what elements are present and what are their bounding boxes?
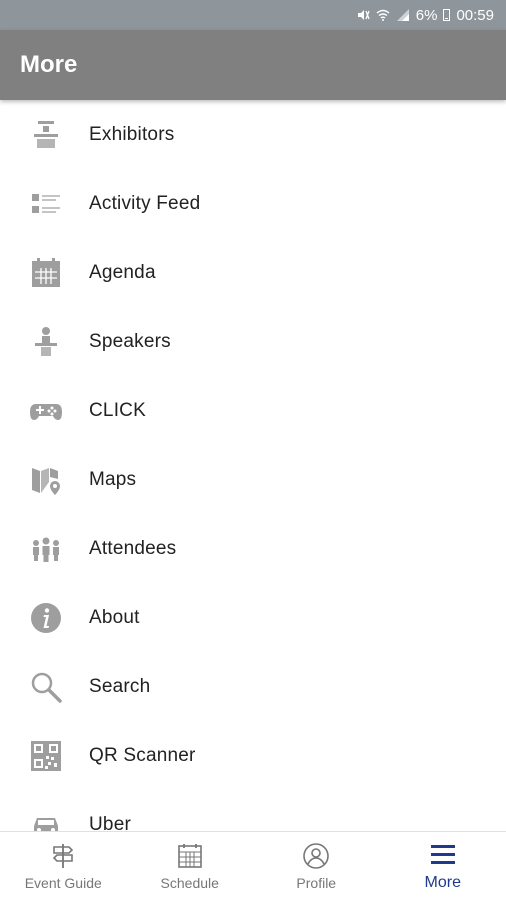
menu-item-label: Agenda: [89, 261, 156, 283]
menu-item-label: Speakers: [89, 330, 171, 352]
menu-item-agenda[interactable]: Agenda: [0, 238, 506, 307]
tab-event-guide[interactable]: Event Guide: [0, 832, 127, 900]
menu-item-about[interactable]: About: [0, 583, 506, 652]
bottom-navigation: Event Guide Schedule Profile More: [0, 831, 506, 900]
menu-item-label: Attendees: [89, 537, 177, 559]
battery-icon: [443, 9, 451, 21]
app-bar: More: [0, 30, 506, 100]
menu-item-label: Maps: [89, 468, 137, 490]
tab-label: Schedule: [160, 875, 219, 891]
menu-item-label: Exhibitors: [89, 123, 175, 145]
menu-item-label: About: [89, 606, 140, 628]
menu-item-exhibitors[interactable]: Exhibitors: [0, 100, 506, 169]
signal-icon: [396, 8, 410, 22]
map-pin-icon: [28, 462, 64, 498]
menu-item-label: Activity Feed: [89, 192, 201, 214]
more-menu-list[interactable]: Exhibitors Activity Feed Agenda Speakers…: [0, 100, 506, 831]
speaker-podium-icon: [28, 324, 64, 360]
signpost-icon: [48, 841, 78, 871]
tab-more[interactable]: More: [380, 832, 506, 900]
search-icon: [28, 669, 64, 705]
menu-item-qr-scanner[interactable]: QR Scanner: [0, 721, 506, 790]
people-icon: [28, 531, 64, 567]
tab-label: Profile: [296, 875, 337, 891]
battery-percent: 6%: [415, 6, 438, 24]
info-icon: [28, 600, 64, 636]
status-bar: 6% 00:59: [0, 0, 506, 30]
tab-profile[interactable]: Profile: [253, 832, 380, 900]
menu-item-click[interactable]: CLICK: [0, 376, 506, 445]
car-icon: [28, 807, 64, 831]
activity-list-icon: [28, 186, 64, 222]
profile-icon: [301, 841, 331, 871]
menu-item-label: CLICK: [89, 399, 146, 421]
gamepad-icon: [28, 393, 64, 429]
menu-item-label: Search: [89, 675, 151, 697]
mute-vibrate-icon: [356, 8, 370, 22]
qr-code-icon: [28, 738, 64, 774]
menu-item-search[interactable]: Search: [0, 652, 506, 721]
menu-item-speakers[interactable]: Speakers: [0, 307, 506, 376]
menu-item-maps[interactable]: Maps: [0, 445, 506, 514]
menu-item-label: QR Scanner: [89, 744, 196, 766]
wifi-icon: [376, 8, 390, 22]
clock: 00:59: [456, 6, 494, 24]
hamburger-menu-icon: [428, 840, 458, 870]
menu-item-label: Uber: [89, 813, 131, 832]
exhibitor-booth-icon: [28, 117, 64, 153]
menu-item-attendees[interactable]: Attendees: [0, 514, 506, 583]
tab-schedule[interactable]: Schedule: [127, 832, 254, 900]
page-title: More: [20, 51, 78, 78]
menu-item-uber[interactable]: Uber: [0, 790, 506, 831]
tab-label: Event Guide: [24, 875, 102, 891]
menu-item-activity-feed[interactable]: Activity Feed: [0, 169, 506, 238]
tab-label: More: [424, 874, 461, 891]
calendar-icon: [28, 255, 64, 291]
calendar-icon: [175, 841, 205, 871]
